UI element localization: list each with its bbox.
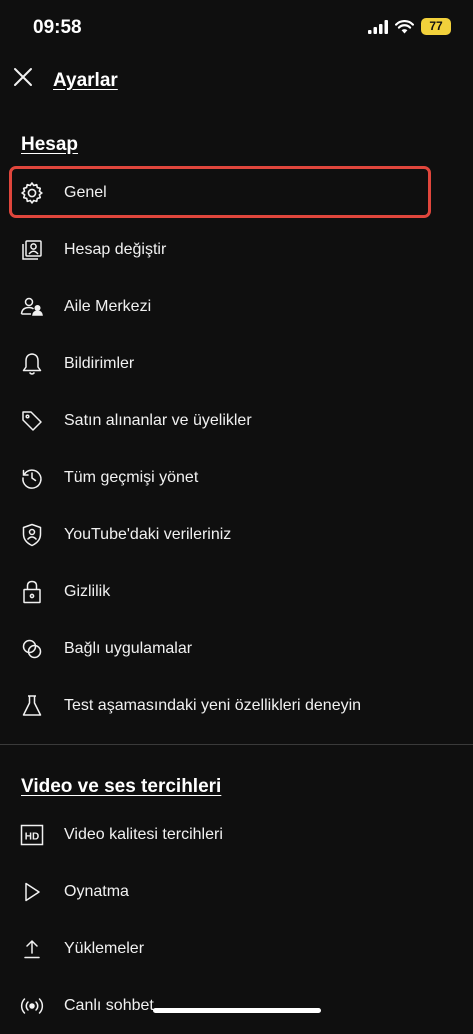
home-indicator — [153, 1008, 321, 1013]
settings-item-general[interactable]: Genel — [0, 164, 473, 221]
wifi-icon — [395, 19, 414, 34]
upload-icon — [18, 935, 46, 963]
settings-item-privacy[interactable]: Gizlilik — [0, 563, 473, 620]
settings-item-history[interactable]: Tüm geçmişi yönet — [0, 449, 473, 506]
bell-icon — [18, 350, 46, 378]
section-title-account: Hesap — [21, 134, 79, 155]
gear-icon — [18, 179, 46, 207]
flask-icon — [18, 692, 46, 720]
settings-item-label: Oynatma — [64, 882, 129, 900]
live-icon — [18, 992, 46, 1020]
header: Ayarlar — [0, 58, 473, 104]
signal-icon — [368, 19, 388, 34]
settings-item-linked-apps[interactable]: Bağlı uygulamalar — [0, 620, 473, 677]
hd-icon: HD — [18, 821, 46, 849]
linked-apps-icon — [18, 635, 46, 663]
shield-person-icon — [18, 521, 46, 549]
settings-item-label: Test aşamasındaki yeni özellikleri deney… — [64, 696, 362, 714]
lock-icon — [18, 578, 46, 606]
settings-item-playback[interactable]: Oynatma — [0, 863, 473, 920]
settings-item-family-center[interactable]: Aile Merkezi — [0, 278, 473, 335]
settings-item-label: Canlı sohbet — [64, 996, 154, 1014]
settings-item-purchases[interactable]: Satın alınanlar ve üyelikler — [0, 392, 473, 449]
settings-item-label: Genel — [64, 183, 107, 201]
settings-item-live-chat[interactable]: Canlı sohbet — [0, 977, 473, 1034]
settings-item-notifications[interactable]: Bildirimler — [0, 335, 473, 392]
battery-icon: 77 — [421, 18, 451, 35]
settings-item-switch-account[interactable]: Hesap değiştir — [0, 221, 473, 278]
settings-item-video-quality[interactable]: HD Video kalitesi tercihleri — [0, 806, 473, 863]
close-button[interactable] — [10, 64, 36, 90]
svg-text:HD: HD — [25, 831, 39, 842]
history-icon — [18, 464, 46, 492]
settings-item-label: Video kalitesi tercihleri — [64, 825, 223, 843]
settings-item-label: YouTube'daki verileriniz — [64, 525, 232, 543]
settings-item-label: Tüm geçmişi yönet — [64, 468, 199, 486]
settings-item-label: Bağlı uygulamalar — [64, 639, 193, 657]
page-title: Ayarlar — [53, 70, 118, 91]
video-audio-settings-list: HD Video kalitesi tercihleri Oynatma Yük… — [0, 806, 473, 1034]
settings-item-label: Gizlilik — [64, 582, 111, 600]
settings-item-label: Aile Merkezi — [64, 297, 152, 315]
tag-icon — [18, 407, 46, 435]
settings-item-try-new-features[interactable]: Test aşamasındaki yeni özellikleri deney… — [0, 677, 473, 734]
settings-item-uploads[interactable]: Yüklemeler — [0, 920, 473, 977]
section-title-video-audio: Video ve ses tercihleri — [21, 776, 222, 797]
settings-item-label: Yüklemeler — [64, 939, 145, 957]
settings-item-label: Satın alınanlar ve üyelikler — [64, 411, 252, 429]
settings-item-label: Hesap değiştir — [64, 240, 167, 258]
close-icon — [14, 68, 32, 86]
section-divider — [0, 744, 473, 745]
settings-item-your-data[interactable]: YouTube'daki verileriniz — [0, 506, 473, 563]
family-icon — [18, 293, 46, 321]
status-time: 09:58 — [33, 17, 82, 38]
switch-account-icon — [18, 236, 46, 264]
status-icons: 77 — [368, 18, 451, 35]
status-bar: 09:58 77 — [0, 0, 473, 56]
play-icon — [18, 878, 46, 906]
settings-item-label: Bildirimler — [64, 354, 135, 372]
account-settings-list: Genel Hesap değiştir Aile Merkezi Bildir… — [0, 164, 473, 734]
